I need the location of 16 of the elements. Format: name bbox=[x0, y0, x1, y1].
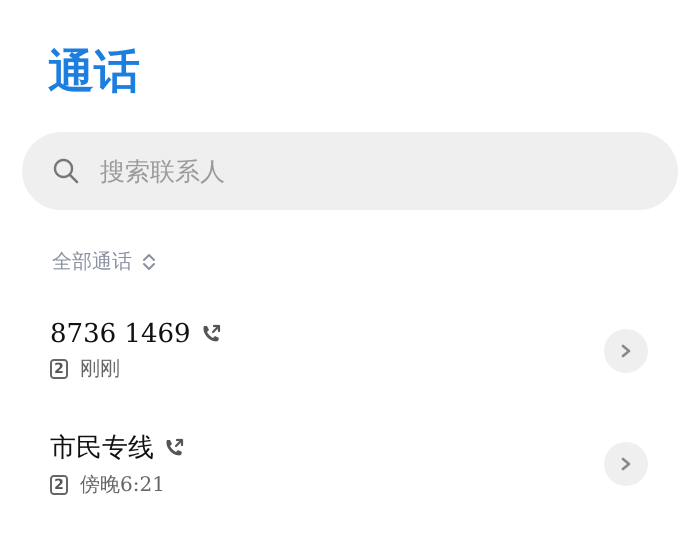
call-filter-dropdown[interactable]: 全部通话 bbox=[52, 248, 156, 275]
details-button[interactable] bbox=[604, 328, 648, 372]
caller-name: 市民专线 bbox=[50, 432, 154, 465]
page-title: 通话 bbox=[48, 43, 140, 100]
caller-name: 8736 1469 bbox=[50, 319, 191, 349]
search-input[interactable]: 搜索联系人 bbox=[98, 156, 648, 186]
details-button[interactable] bbox=[604, 442, 648, 486]
chevron-right-icon bbox=[619, 456, 633, 472]
search-field[interactable]: 搜索联系人 bbox=[22, 132, 678, 210]
search-icon bbox=[52, 157, 80, 185]
chevron-right-icon bbox=[619, 342, 633, 358]
call-time: 傍晚6:21 bbox=[80, 471, 165, 498]
call-time: 刚刚 bbox=[80, 355, 120, 382]
sort-icon bbox=[142, 252, 156, 272]
sim-card-badge: 2 bbox=[50, 474, 68, 494]
sim-card-badge: 2 bbox=[50, 358, 68, 378]
